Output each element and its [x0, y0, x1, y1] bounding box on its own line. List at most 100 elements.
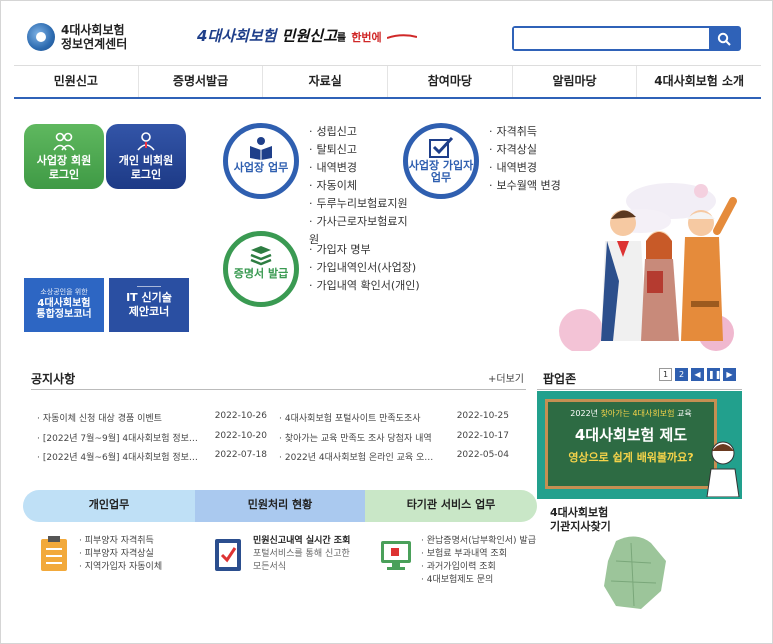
checked-document-icon — [215, 539, 241, 571]
smallbiz-info-banner[interactable]: 소상공인을 위한 4대사회보험 통합정보코너 — [24, 278, 104, 332]
logo-line1: 4대사회보험 — [61, 23, 125, 37]
other-service-item[interactable]: 보험료 부과내역 조회 — [421, 548, 536, 561]
monitor-icon — [381, 541, 411, 570]
subscriber-service-button[interactable]: 사업장 가입자 업무 — [403, 123, 479, 199]
banner1-line2: 통합정보코너 — [36, 309, 92, 320]
search-icon — [717, 32, 731, 46]
cert-item-biz-history[interactable]: 가입내역인서(사업장) — [309, 259, 420, 277]
notice-row[interactable]: 4대사회보험 포털사이트 만족도조사 2022-10-25 — [279, 411, 509, 424]
notice-row-title: 자동이체 신청 대상 경품 이벤트 — [37, 411, 207, 424]
personal-service-item[interactable]: 피부양자 자격취득 — [79, 535, 162, 548]
notice-row-date: 2022-10-25 — [456, 411, 509, 421]
notice-row-title: [2022년 4월~6월] 4대사회보험 정보… — [37, 450, 207, 463]
document-stack-icon — [250, 246, 272, 266]
notice-divider — [31, 389, 526, 390]
other-service-item[interactable]: 완납증명서(납부확인서) 발급 — [421, 535, 536, 548]
slogan-part2: 민원신고 — [281, 27, 337, 45]
search-button[interactable] — [709, 28, 739, 49]
other-service-item[interactable]: 과거가입이력 조회 — [421, 561, 536, 574]
notice-row[interactable]: 찾아가는 교육 만족도 조사 당첨자 내역 2022-10-17 — [279, 431, 509, 444]
logo-icon — [27, 23, 55, 51]
nav-library[interactable]: 자료실 — [263, 66, 389, 97]
biz-item-autopay[interactable]: 자동이체 — [309, 177, 409, 195]
business-service-label: 사업장 업무 — [233, 161, 289, 174]
tab-complaint-status[interactable]: 민원처리 현황 — [195, 490, 365, 522]
slogan-part1: 4대사회보험 — [197, 27, 277, 45]
popup-pager: 1 2 ◀ ❚❚ ▶ — [659, 368, 736, 381]
user-icon — [137, 132, 155, 151]
personal-service-item[interactable]: 지역가입자 자동이체 — [79, 561, 162, 574]
certificate-service-list: 가입자 명부 가입내역인서(사업장) 가입내역 확인서(개인) — [309, 241, 420, 295]
checklist-icon — [429, 136, 454, 158]
notice-row[interactable]: [2022년 7월~9월] 4대사회보험 정보… 2022-10-20 — [37, 431, 267, 444]
business-login-button[interactable]: 사업장 회원 로그인 — [24, 124, 104, 189]
branch-line1: 4대사회보험 — [550, 506, 609, 519]
biz-item-establish[interactable]: 성립신고 — [309, 123, 409, 141]
biz-item-durunuri[interactable]: 두루누리보험료지원 — [309, 195, 409, 213]
status-service-sub1: 포털서비스를 통해 신고한 — [253, 549, 350, 559]
business-service-list: 성립신고 탈퇴신고 내역변경 자동이체 두루누리보험료지원 가사근로자보험료지원 — [309, 123, 409, 249]
cert-item-roster[interactable]: 가입자 명부 — [309, 241, 420, 259]
branch-finder-link[interactable]: 4대사회보험 기관지사찾기 — [550, 506, 611, 534]
nav-participation[interactable]: 참여마당 — [388, 66, 513, 97]
popup-banner[interactable]: 2022년 찾아가는 4대사회보험 교육 4대사회보험 제도 영상으로 쉽게 배… — [537, 391, 742, 499]
complaint-status-panel[interactable]: 민원신고내역 실시간 조회 포털서비스를 통해 신고한 모든서식 — [211, 535, 350, 574]
popup-divider — [537, 389, 742, 390]
notice-title: 공지사항 — [31, 372, 76, 386]
sub-item-lose[interactable]: 자격상실 — [489, 141, 561, 159]
sub-item-acquire[interactable]: 자격취득 — [489, 123, 561, 141]
board-subtitle: 2022년 찾아가는 4대사회보험 교육 — [570, 409, 692, 418]
notice-row-date: 2022-10-17 — [456, 431, 509, 441]
certificate-service-button[interactable]: 증명서 발급 — [223, 231, 299, 307]
popup-zone-title: 팝업존 — [543, 372, 577, 386]
notice-row-date: 2022-05-04 — [456, 450, 509, 460]
notice-row-date: 2022-10-20 — [214, 431, 267, 441]
notice-row[interactable]: [2022년 4월~6월] 4대사회보험 정보… 2022-07-18 — [37, 450, 267, 463]
nav-certificate[interactable]: 증명서발급 — [139, 66, 264, 97]
header: 4대사회보험 정보연계센터 4대사회보험 민원신고를 한번에 — [1, 1, 772, 65]
biz-item-withdraw[interactable]: 탈퇴신고 — [309, 141, 409, 159]
personal-login-label2: 로그인 — [130, 168, 162, 181]
tab-other-agency[interactable]: 타기관 서비스 업무 — [365, 490, 537, 522]
site-logo[interactable]: 4대사회보험 정보연계센터 — [27, 23, 127, 51]
notice-row-title: 4대사회보험 포털사이트 만족도조사 — [279, 411, 449, 424]
notice-more-link[interactable]: +더보기 — [488, 370, 524, 385]
business-login-label1: 사업장 회원 — [36, 154, 92, 167]
it-proposal-banner[interactable]: IT 신기술 제안코너 — [109, 278, 189, 332]
nav-about[interactable]: 4대사회보험 소개 — [637, 66, 761, 97]
biz-item-change[interactable]: 내역변경 — [309, 159, 409, 177]
nav-complaint[interactable]: 민원신고 — [14, 66, 139, 97]
search-input[interactable] — [514, 28, 709, 49]
personal-service-item[interactable]: 피부양자 자격상실 — [79, 548, 162, 561]
cert-item-personal-history[interactable]: 가입내역 확인서(개인) — [309, 277, 420, 295]
clipboard-icon — [41, 536, 67, 571]
business-service-button[interactable]: 사업장 업무 — [223, 123, 299, 199]
pause-icon[interactable]: ❚❚ — [707, 368, 721, 381]
slogan: 4대사회보험 민원신고를 한번에 — [197, 25, 418, 46]
nav-notice[interactable]: 알림마당 — [513, 66, 638, 97]
notice-row[interactable]: 2022년 4대사회보험 온라인 교육 오… 2022-05-04 — [279, 450, 509, 463]
teacher-icon — [706, 441, 740, 497]
notice-row-date: 2022-07-18 — [214, 450, 267, 460]
personal-login-button[interactable]: 개인 비회원 로그인 — [106, 124, 186, 189]
notice-row-title: 찾아가는 교육 만족도 조사 당첨자 내역 — [279, 431, 449, 444]
popup-page-1[interactable]: 1 — [659, 368, 672, 381]
popup-page-2[interactable]: 2 — [675, 368, 688, 381]
tab-personal-service[interactable]: 개인업무 — [23, 490, 195, 522]
banner2-line2: 제안코너 — [128, 305, 170, 318]
korea-map-icon — [604, 536, 666, 609]
main-nav: 민원신고 증명서발급 자료실 참여마당 알림마당 4대사회보험 소개 — [14, 65, 761, 99]
notice-row-date: 2022-10-26 — [214, 411, 267, 421]
notice-row-title: [2022년 7월~9월] 4대사회보험 정보… — [37, 431, 207, 444]
workers-illustration — [559, 183, 737, 351]
users-icon — [53, 132, 75, 151]
logo-line2: 정보연계센터 — [61, 37, 128, 51]
prev-arrow-icon[interactable]: ◀ — [691, 368, 704, 381]
next-arrow-icon[interactable]: ▶ — [723, 368, 736, 381]
other-service-item[interactable]: 4대보험제도 문의 — [421, 574, 536, 587]
board-title: 4대사회보험 제도 — [574, 426, 688, 444]
subscriber-service-label2: 업무 — [430, 171, 452, 184]
status-service-sub2: 모든서식 — [253, 562, 287, 572]
notice-row[interactable]: 자동이체 신청 대상 경품 이벤트 2022-10-26 — [37, 411, 267, 424]
banner1-small: 소상공인을 위한 — [40, 288, 88, 296]
